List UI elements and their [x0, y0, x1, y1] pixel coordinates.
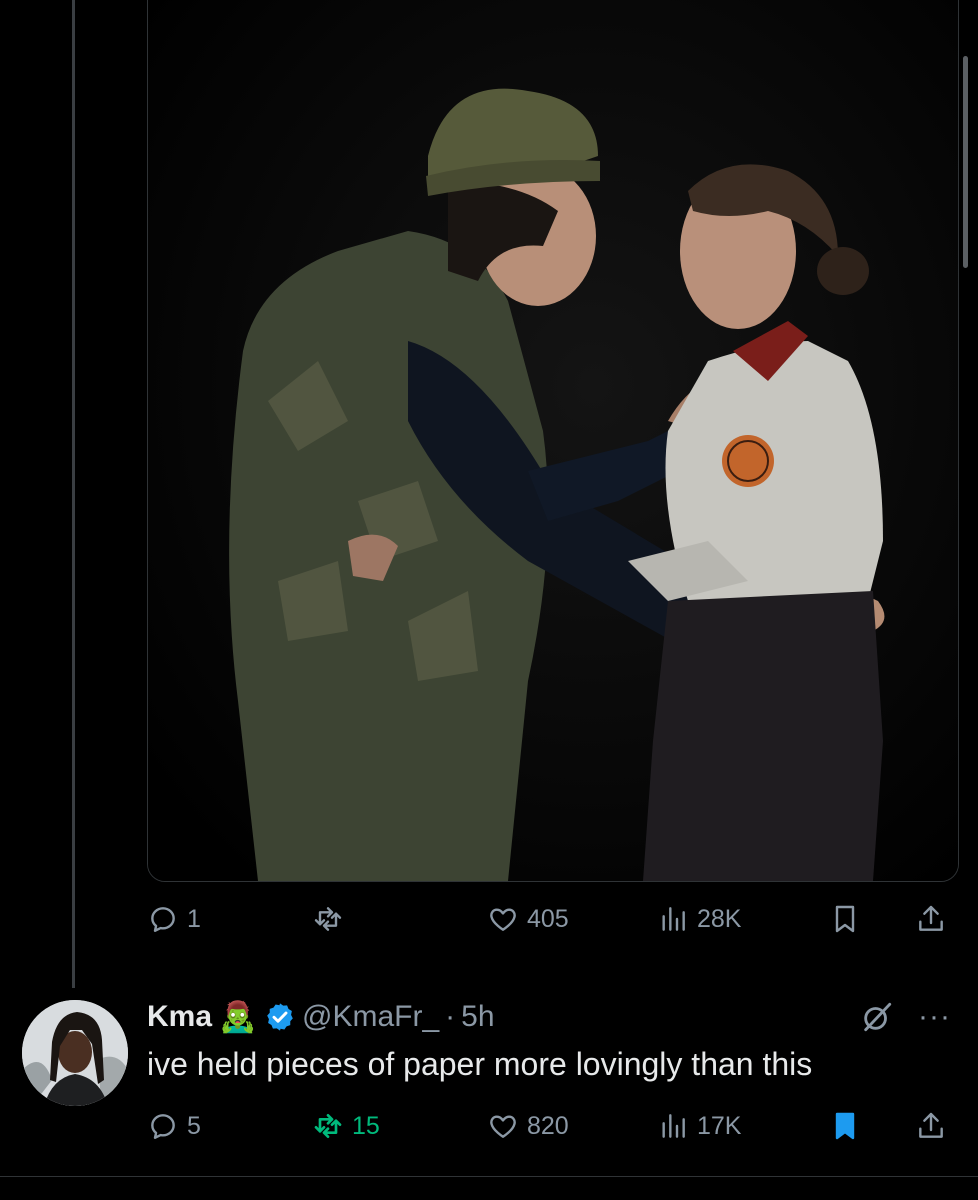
reply-icon: [151, 1114, 175, 1139]
views-button[interactable]: 17K: [657, 1106, 741, 1146]
repost-icon: [314, 1114, 342, 1138]
share-icon: [919, 905, 943, 931]
scrollbar[interactable]: [963, 56, 968, 268]
reply-icon: [151, 907, 175, 932]
view-count: 17K: [697, 1111, 742, 1140]
bookmark-button[interactable]: [829, 899, 861, 939]
like-count: 820: [527, 1111, 569, 1140]
like-button[interactable]: 405: [487, 899, 569, 939]
divider: [0, 1176, 978, 1177]
share-button[interactable]: [915, 899, 947, 939]
zombie-emoji: 🧟‍♂️: [219, 1000, 257, 1034]
post-time[interactable]: 5h: [461, 1000, 494, 1034]
verified-badge-icon[interactable]: [264, 1001, 296, 1033]
post-media-photo[interactable]: [147, 0, 959, 882]
views-icon: [662, 1114, 685, 1138]
like-button[interactable]: 820: [487, 1106, 569, 1146]
reply-count: 5: [187, 1111, 201, 1140]
share-button[interactable]: [915, 1106, 947, 1146]
avatar[interactable]: [22, 1000, 128, 1106]
more-icon[interactable]: ···: [918, 1002, 951, 1032]
share-icon: [919, 1112, 943, 1138]
repost-button[interactable]: 15: [312, 1106, 380, 1146]
reply-text: ive held pieces of paper more lovingly t…: [147, 1046, 813, 1082]
separator-dot: ·: [445, 1000, 456, 1033]
repost-icon: [314, 907, 342, 931]
views-button[interactable]: 28K: [657, 899, 741, 939]
avatar-image: [22, 1000, 128, 1106]
photo-illustration: [148, 0, 958, 881]
bookmark-button[interactable]: [829, 1106, 861, 1146]
bookmark-icon: [835, 905, 855, 933]
user-handle[interactable]: @KmaFr_: [302, 1000, 439, 1034]
like-count: 405: [527, 904, 569, 933]
views-icon: [662, 907, 685, 931]
like-icon: [490, 1115, 516, 1138]
like-icon: [490, 908, 516, 931]
repost-button[interactable]: [312, 899, 352, 939]
reply-count: 1: [187, 904, 201, 933]
repost-count: 15: [352, 1111, 380, 1140]
reply-action-bar: 5 15 820 17K: [147, 1106, 957, 1146]
grok-icon[interactable]: [860, 1000, 894, 1034]
thread-connector-line: [72, 0, 75, 988]
display-name[interactable]: Kma: [147, 1000, 212, 1034]
reply-button[interactable]: 5: [147, 1106, 201, 1146]
bookmark-icon: [835, 1112, 855, 1140]
original-post-action-bar: 1 405 28K: [147, 899, 957, 939]
reply-header: Kma 🧟‍♂️ @KmaFr_ · 5h: [147, 997, 495, 1037]
reply-button[interactable]: 1: [147, 899, 201, 939]
view-count: 28K: [697, 904, 742, 933]
